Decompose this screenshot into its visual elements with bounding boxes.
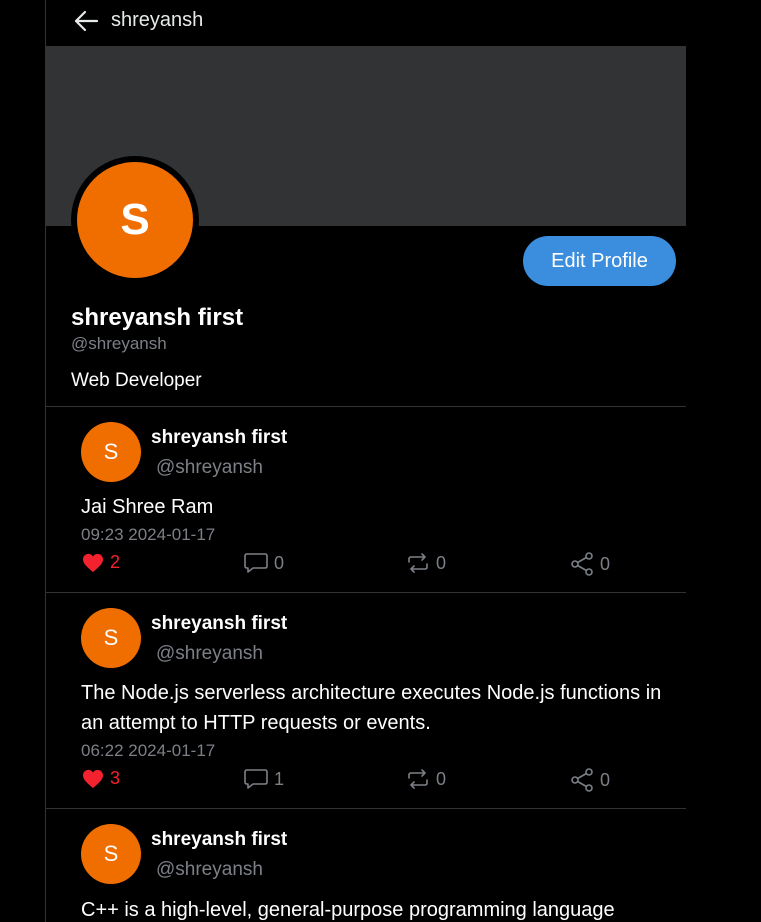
post-item[interactable]: S shreyansh first @shreyansh C++ is a hi… (46, 809, 686, 922)
post-avatar[interactable]: S (81, 422, 141, 482)
post-author-handle: @shreyansh (156, 643, 263, 664)
like-count: 2 (110, 552, 121, 572)
top-bar-title: shreyansh (111, 9, 204, 31)
share-icon (571, 768, 593, 792)
post-text: The Node.js serverless architecture exec… (81, 682, 662, 734)
post-item[interactable]: S shreyansh first @shreyansh The Node.js… (46, 593, 686, 808)
profile-bio: Web Developer (71, 370, 202, 391)
top-bar: shreyansh (46, 0, 686, 46)
share-button[interactable]: 0 (570, 552, 610, 576)
post-item[interactable]: S shreyansh first @shreyansh Jai Shree R… (46, 407, 686, 592)
repost-button[interactable]: 0 (406, 768, 446, 790)
comment-button[interactable]: 1 (244, 768, 284, 790)
profile-column: shreyansh S Edit Profile shreyansh first… (45, 0, 686, 922)
comment-count: 0 (274, 552, 285, 573)
share-icon (571, 552, 593, 576)
post-timestamp: 06:22 2024-01-17 (81, 741, 216, 760)
post-author-name[interactable]: shreyansh first (151, 613, 287, 635)
repost-count: 0 (436, 552, 447, 573)
like-button[interactable]: 2 (82, 552, 120, 573)
post-author-name[interactable]: shreyansh first (151, 427, 287, 449)
share-count: 0 (600, 769, 611, 790)
comment-count: 1 (274, 768, 285, 789)
post-author-handle: @shreyansh (156, 457, 263, 478)
post-author-name[interactable]: shreyansh first (151, 829, 287, 851)
edit-profile-button[interactable]: Edit Profile (523, 236, 676, 286)
profile-handle: @shreyansh (71, 334, 167, 353)
heart-filled-icon (83, 769, 103, 788)
share-count: 0 (600, 553, 611, 574)
profile-name: shreyansh first (71, 304, 244, 331)
repost-button[interactable]: 0 (406, 552, 446, 574)
comment-icon (244, 769, 268, 789)
post-text: C++ is a high-level, general-purpose pro… (81, 899, 615, 921)
comment-icon (244, 553, 268, 573)
like-count: 3 (110, 768, 121, 788)
profile-avatar: S (71, 156, 199, 284)
repost-icon (408, 769, 428, 789)
repost-count: 0 (436, 768, 447, 789)
comment-button[interactable]: 0 (244, 552, 284, 574)
share-button[interactable]: 0 (570, 768, 610, 792)
post-avatar[interactable]: S (81, 608, 141, 668)
profile-avatar-letter: S (77, 162, 193, 278)
post-text: Jai Shree Ram (81, 496, 214, 518)
back-arrow-icon[interactable] (73, 9, 99, 33)
post-timestamp: 09:23 2024-01-17 (81, 525, 216, 544)
heart-filled-icon (83, 553, 103, 572)
post-avatar[interactable]: S (81, 824, 141, 884)
like-button[interactable]: 3 (82, 768, 120, 789)
post-author-handle: @shreyansh (156, 859, 263, 880)
repost-icon (408, 553, 428, 573)
